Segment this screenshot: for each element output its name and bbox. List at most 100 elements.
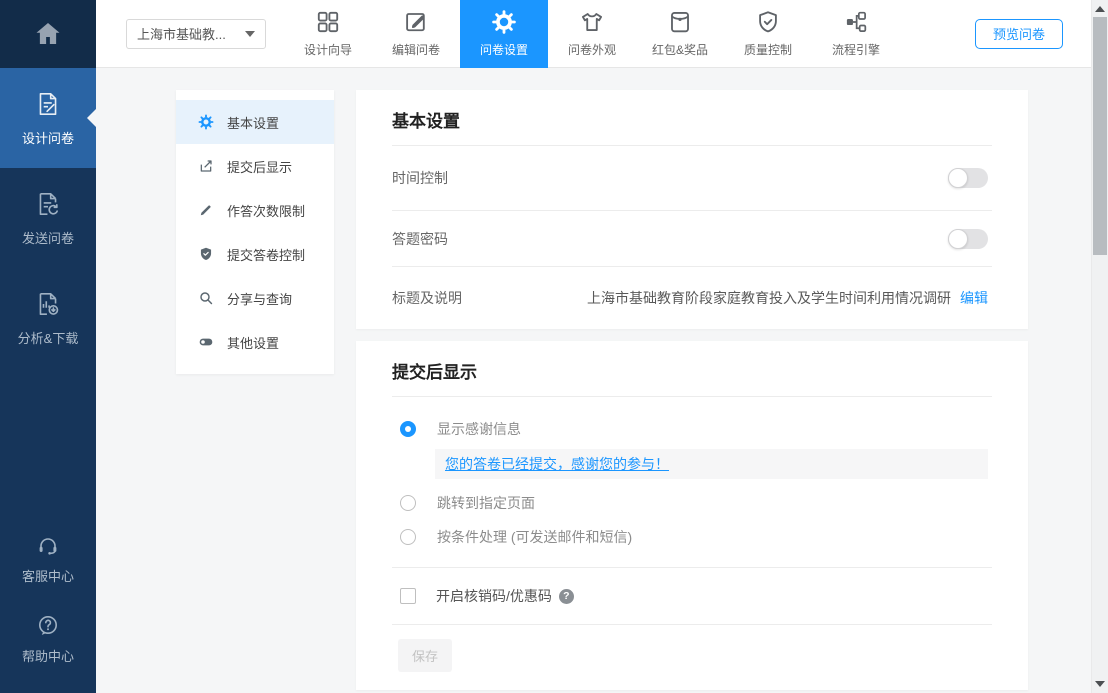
menu-item-label: 基本设置: [227, 113, 279, 132]
time-control-label: 时间控制: [392, 168, 448, 188]
sidebar-item-label: 发送问卷: [22, 228, 74, 247]
sidebar-item-label: 分析&下载: [18, 328, 79, 347]
send-doc-icon: [34, 190, 62, 218]
sidebar-item-design[interactable]: 设计问卷: [0, 68, 96, 168]
tab-quality-control[interactable]: 质量控制: [724, 0, 812, 68]
menu-item-basic-settings[interactable]: 基本设置: [176, 100, 334, 144]
time-control-row: 时间控制: [356, 146, 1028, 210]
design-doc-icon: [34, 90, 62, 118]
thanks-message-box: 您的答卷已经提交，感谢您的参与！: [435, 449, 988, 479]
save-button[interactable]: 保存: [398, 639, 452, 672]
sidebar-item-analyze[interactable]: 分析&下载: [0, 268, 96, 368]
share-icon: [198, 158, 214, 174]
search-icon: [198, 290, 214, 306]
shield-filled-icon: [198, 246, 214, 262]
caret-down-icon: [245, 31, 255, 37]
flow-icon: [843, 9, 869, 35]
survey-title-value: 上海市基础教育阶段家庭教育投入及学生时间利用情况调研: [587, 288, 951, 308]
menu-item-label: 其他设置: [227, 333, 279, 352]
tab-label: 问卷外观: [568, 41, 616, 58]
menu-item-after-submit[interactable]: 提交后显示: [176, 144, 334, 188]
gear-icon: [491, 9, 517, 35]
sidebar-item-support[interactable]: 客服中心: [0, 519, 96, 599]
gear-icon: [198, 114, 214, 130]
tab-label: 问卷设置: [480, 41, 528, 58]
tab-rewards[interactable]: 红包&奖品: [636, 0, 724, 68]
voucher-code-checkbox[interactable]: [400, 588, 416, 604]
menu-item-label: 提交后显示: [227, 157, 292, 176]
headset-icon: [35, 533, 61, 559]
analyze-doc-icon: [34, 290, 62, 318]
scroll-up-button[interactable]: [1095, 6, 1105, 12]
tab-survey-settings[interactable]: 问卷设置: [460, 0, 548, 68]
help-icon[interactable]: ?: [559, 589, 574, 604]
settings-menu: 基本设置 提交后显示 作答次数限制 提交答卷控制 分享与查询: [176, 90, 334, 374]
edit-title-link[interactable]: 编辑: [960, 288, 988, 308]
title-description-label: 标题及说明: [392, 288, 462, 308]
page-scrollbar[interactable]: [1091, 0, 1108, 693]
after-submit-title: 提交后显示: [356, 341, 1028, 396]
content-area: 基本设置 提交后显示 作答次数限制 提交答卷控制 分享与查询: [96, 68, 1091, 693]
question-pin-icon: [35, 613, 61, 639]
tab-label: 流程引擎: [832, 41, 880, 58]
app-window: 设计问卷 发送问卷 分析&下载 客服中心 帮助中心: [0, 0, 1108, 693]
main-column: 上海市基础教... 设计向导 编辑问卷 问卷设置 问卷外观: [96, 0, 1091, 693]
scroll-down-button[interactable]: [1095, 681, 1105, 687]
tab-label: 质量控制: [744, 41, 792, 58]
radio-conditional[interactable]: [400, 529, 416, 545]
option-redirect-page: 跳转到指定页面: [400, 493, 988, 513]
menu-item-share-query[interactable]: 分享与查询: [176, 276, 334, 320]
shield-check-icon: [755, 9, 781, 35]
option-label: 显示感谢信息: [437, 419, 521, 439]
tab-flow-engine[interactable]: 流程引擎: [812, 0, 900, 68]
sidebar-bottom: 客服中心 帮助中心: [0, 519, 96, 693]
tshirt-icon: [579, 9, 605, 35]
sidebar-item-label: 客服中心: [22, 566, 74, 585]
pencil-icon: [198, 202, 214, 218]
tab-design-wizard[interactable]: 设计向导: [284, 0, 372, 68]
option-label: 按条件处理 (可发送邮件和短信): [437, 527, 632, 547]
time-control-toggle[interactable]: [948, 168, 988, 188]
scrollbar-thumb[interactable]: [1093, 17, 1107, 255]
password-toggle[interactable]: [948, 229, 988, 249]
menu-item-label: 分享与查询: [227, 289, 292, 308]
menu-item-answer-limit[interactable]: 作答次数限制: [176, 188, 334, 232]
sidebar-item-label: 帮助中心: [22, 646, 74, 665]
topbar-tabs: 设计向导 编辑问卷 问卷设置 问卷外观 红包&奖品: [284, 0, 900, 68]
survey-selector-value: 上海市基础教...: [137, 24, 226, 43]
tab-label: 红包&奖品: [652, 41, 708, 58]
red-packet-icon: [667, 9, 693, 35]
voucher-code-row: 开启核销码/优惠码 ?: [356, 568, 1028, 624]
sidebar-nav: 设计问卷 发送问卷 分析&下载: [0, 68, 96, 368]
save-row: 保存: [356, 625, 1028, 690]
menu-item-other-settings[interactable]: 其他设置: [176, 320, 334, 364]
password-row: 答题密码: [356, 211, 1028, 266]
menu-item-label: 提交答卷控制: [227, 245, 305, 264]
sidebar-item-help[interactable]: 帮助中心: [0, 599, 96, 679]
sidebar-item-send[interactable]: 发送问卷: [0, 168, 96, 268]
thanks-message-link[interactable]: 您的答卷已经提交，感谢您的参与！: [445, 456, 669, 472]
toggle-knob: [948, 168, 968, 188]
option-conditional: 按条件处理 (可发送邮件和短信): [400, 527, 988, 547]
home-button[interactable]: [0, 0, 96, 68]
edit-icon: [403, 9, 429, 35]
preview-survey-button[interactable]: 预览问卷: [975, 19, 1063, 49]
home-icon: [33, 19, 63, 49]
radio-redirect-page[interactable]: [400, 495, 416, 511]
basic-settings-title: 基本设置: [356, 90, 1028, 145]
topbar: 上海市基础教... 设计向导 编辑问卷 问卷设置 问卷外观: [96, 0, 1091, 68]
radio-thanks-message[interactable]: [400, 421, 416, 437]
tab-label: 编辑问卷: [392, 41, 440, 58]
main-sidebar: 设计问卷 发送问卷 分析&下载 客服中心 帮助中心: [0, 0, 96, 693]
grid-icon: [315, 9, 341, 35]
tab-edit-survey[interactable]: 编辑问卷: [372, 0, 460, 68]
menu-item-submit-control[interactable]: 提交答卷控制: [176, 232, 334, 276]
after-submit-card: 提交后显示 显示感谢信息 您的答卷已经提交，感谢您的参与！ 跳转到指定页面: [356, 341, 1028, 690]
title-description-row: 标题及说明 上海市基础教育阶段家庭教育投入及学生时间利用情况调研 编辑: [356, 267, 1028, 329]
survey-selector-dropdown[interactable]: 上海市基础教...: [126, 19, 266, 49]
tab-survey-appearance[interactable]: 问卷外观: [548, 0, 636, 68]
basic-settings-card: 基本设置 时间控制 答题密码 标题及说明 上海: [356, 90, 1028, 329]
password-label: 答题密码: [392, 229, 448, 249]
menu-item-label: 作答次数限制: [227, 201, 305, 220]
toggle-knob: [948, 229, 968, 249]
